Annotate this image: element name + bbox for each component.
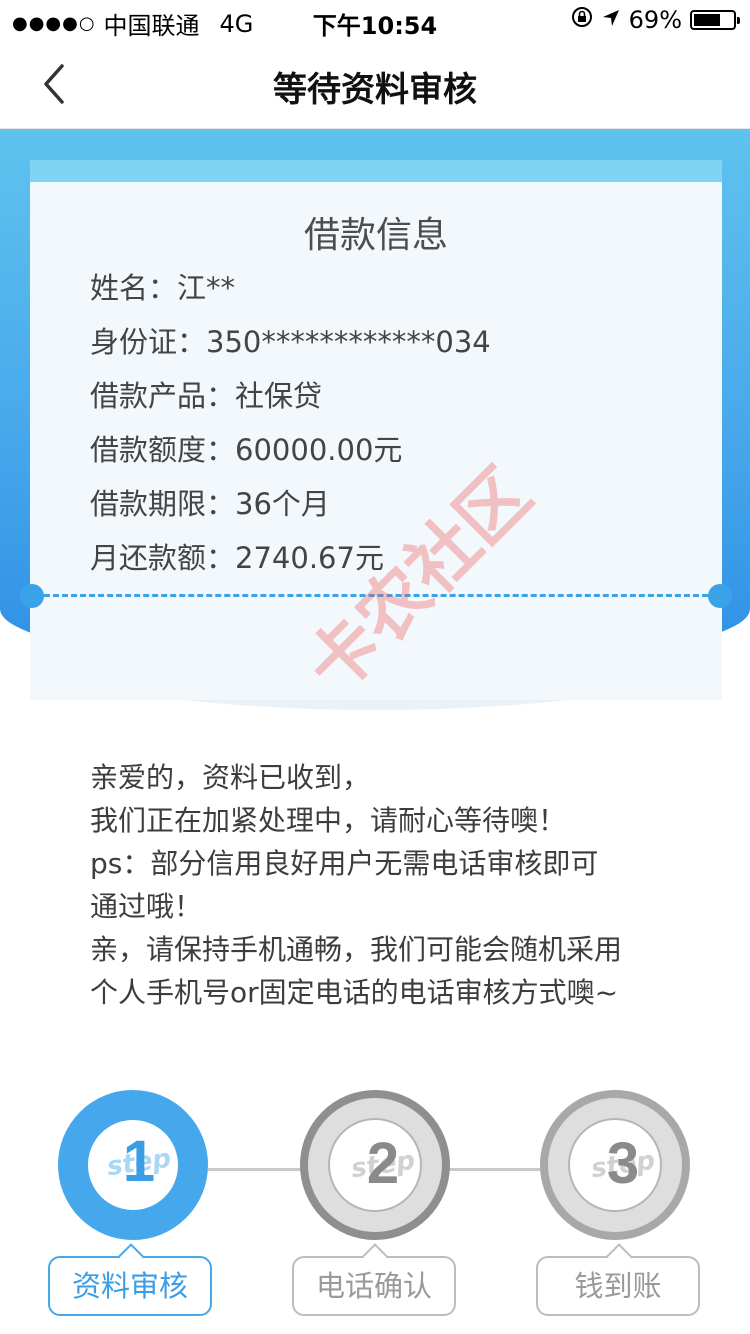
step-3-pointer — [606, 1243, 632, 1269]
info-label: 月还款额： — [90, 541, 236, 575]
step-2-label-text: 电话确认 — [315, 1269, 432, 1303]
step-3-label-text: 钱到账 — [574, 1269, 662, 1303]
info-label: 借款期限： — [90, 487, 236, 521]
message-line: 我们正在加紧处理中，请耐心等待噢！ — [90, 804, 567, 837]
info-value: 350************034 — [206, 325, 491, 359]
info-row-amount: 借款额度：60000.00元 — [90, 430, 491, 484]
step-1-circle: step 1 — [58, 1090, 208, 1240]
step-connector — [208, 1168, 304, 1171]
step-1-label-text: 资料审核 — [71, 1269, 188, 1303]
info-row-name: 姓名：江** — [90, 268, 491, 322]
page-title: 等待资料审核 — [273, 70, 477, 110]
step-connector — [448, 1168, 544, 1171]
location-arrow-icon — [601, 6, 621, 34]
ticket-notch-right — [708, 584, 732, 608]
info-value: 社保贷 — [235, 379, 323, 413]
step-2-number: 2 — [366, 1131, 400, 1196]
step-1-pointer — [118, 1243, 144, 1269]
info-label: 身份证： — [90, 325, 207, 359]
step-1-number: 1 — [122, 1129, 156, 1194]
step-3-number: 3 — [606, 1131, 640, 1196]
step-1-label: 资料审核 — [48, 1243, 212, 1316]
step-2-pointer — [362, 1243, 388, 1269]
battery-percent: 69% — [628, 6, 682, 34]
status-message: 亲爱的，资料已收到， 我们正在加紧处理中，请耐心等待噢！ ps：部分信用良好用户… — [90, 756, 622, 1014]
status-bar: ●●●●○ 中国联通 4G 下午10:54 69% — [0, 0, 750, 40]
info-label: 借款额度： — [90, 433, 236, 467]
info-row-id: 身份证：350************034 — [90, 322, 491, 376]
step-3-circle: step 3 — [540, 1090, 690, 1240]
message-line: ps：部分信用良好用户无需电话审核即可 — [90, 847, 599, 880]
battery-icon — [690, 10, 740, 30]
info-value: 江** — [177, 271, 236, 305]
message-line: 亲，请保持手机通畅，我们可能会随机采用 — [90, 933, 623, 966]
info-value: 36个月 — [235, 487, 330, 521]
message-line: 通过哦！ — [90, 890, 203, 923]
ticket-scallop-edge — [30, 172, 722, 186]
card-title: 借款信息 — [303, 215, 448, 256]
info-label: 借款产品： — [90, 379, 236, 413]
battery-fill — [694, 14, 721, 26]
message-line: 个人手机号or固定电话的电话审核方式噢~ — [90, 976, 619, 1009]
message-line: 亲爱的，资料已收到， — [90, 761, 371, 794]
nav-bar: 等待资料审核 — [0, 40, 750, 129]
lock-rotation-icon — [571, 6, 593, 34]
step-2-label: 电话确认 — [292, 1243, 456, 1316]
ticket-notch-left — [20, 584, 44, 608]
status-right: 69% — [571, 6, 740, 34]
info-label: 姓名： — [90, 271, 178, 305]
info-row-product: 借款产品：社保贷 — [90, 376, 491, 430]
info-value: 60000.00元 — [235, 433, 403, 467]
step-3-label: 钱到账 — [536, 1243, 700, 1316]
step-2-circle: step 2 — [300, 1090, 450, 1240]
